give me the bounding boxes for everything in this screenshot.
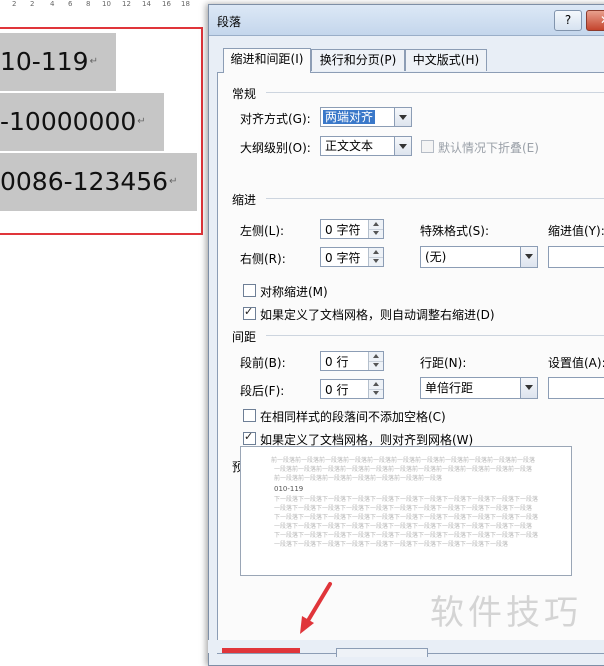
ruler-number: 2 [12, 0, 17, 8]
chevron-down-icon[interactable] [520, 247, 537, 267]
ruler-number: 14 [142, 0, 151, 8]
preview-after-line: 下一段落下一段落下一段落下一段落下一段落下一段落下一段落下一段落下一段落下一段落… [274, 496, 539, 503]
indent-right-value: 0 字符 [325, 251, 361, 265]
section-divider [266, 92, 604, 93]
indent-right-label: 右侧(R): [240, 252, 286, 266]
no-space-same-style-checkbox[interactable] [243, 409, 256, 422]
section-divider [266, 335, 604, 336]
ruler-number: 16 [162, 0, 171, 8]
indent-left-value: 0 字符 [325, 223, 361, 237]
watermark: 软件技巧 [430, 593, 582, 633]
line-spacing-value: 单倍行距 [425, 381, 474, 395]
space-before-label: 段前(B): [240, 356, 286, 370]
ruler-number: 4 [50, 0, 55, 8]
annotation-arrow-icon [300, 582, 332, 634]
indent-left-stepper[interactable]: 0 字符 [320, 219, 384, 239]
paragraph-preview: 前一段落前一段落前一段落前一段落前一段落前一段落前一段落前一段落前一段落前一段落… [240, 446, 572, 576]
close-button[interactable]: ✕ [586, 10, 604, 31]
indent-left-label: 左侧(L): [240, 224, 285, 238]
collapse-by-default-checkbox[interactable] [421, 140, 434, 153]
ruler-number: 10 [102, 0, 111, 8]
spacing-at-label: 设置值(A): [548, 356, 604, 370]
help-button[interactable]: ? [554, 10, 582, 31]
space-after-label: 段后(F): [240, 384, 285, 398]
preview-after-line: 下一段落下一段落下一段落下一段落下一段落下一段落下一段落下一段落下一段落下一段落… [274, 514, 539, 521]
section-general: 常规 [232, 87, 257, 101]
chevron-down-icon[interactable] [520, 378, 537, 398]
spacing-at-stepper[interactable] [548, 377, 604, 399]
preview-sample-text: 010-119 [274, 485, 304, 493]
auto-adjust-right-indent-checkbox[interactable] [243, 305, 256, 320]
ruler-number: 6 [68, 0, 73, 8]
ruler-number: 8 [86, 0, 91, 8]
mirror-indents-checkbox[interactable] [243, 284, 256, 297]
spin-down-icon[interactable] [369, 257, 383, 266]
alignment-select[interactable]: 两端对齐 [320, 107, 412, 127]
spin-down-icon[interactable] [369, 361, 383, 370]
space-before-stepper[interactable]: 0 行 [320, 351, 384, 371]
chevron-down-icon[interactable] [394, 137, 411, 155]
preview-after-line: 一段落下一段落下一段落下一段落下一段落下一段落下一段落下一段落下一段落下一段落下… [274, 523, 533, 530]
chevron-down-icon[interactable] [394, 108, 411, 126]
auto-adjust-right-indent-label: 如果定义了文档网格，则自动调整右缩进(D) [260, 308, 495, 322]
section-indentation: 缩进 [232, 193, 257, 207]
space-after-stepper[interactable]: 0 行 [320, 379, 384, 399]
section-spacing: 间距 [232, 330, 257, 344]
special-indent-value: (无) [425, 250, 447, 264]
dialog-titlebar[interactable]: 段落 ? ✕ [209, 5, 604, 36]
indent-right-stepper[interactable]: 0 字符 [320, 247, 384, 267]
outline-level-label: 大纲级别(O): [240, 141, 311, 155]
special-indent-select[interactable]: (无) [420, 246, 538, 268]
document-page[interactable]: 10-119↵ -10000000↵ 0086-123456↵ [0, 10, 212, 653]
preview-before-line: 前一段落前一段落前一段落前一段落前一段落前一段落前一段落前一段落前一段落前一段落… [271, 457, 536, 464]
tab-asian-typography[interactable]: 中文版式(H) [405, 49, 487, 71]
preview-after-line: 一段落下一段落下一段落下一段落下一段落下一段落下一段落下一段落下一段落下一段落下… [274, 505, 533, 512]
tab-indents-spacing[interactable]: 缩进和间距(I) [223, 48, 311, 73]
collapse-by-default-label: 默认情况下折叠(E) [438, 141, 539, 155]
ruler-number: 18 [181, 0, 190, 8]
dialog-title: 段落 [217, 15, 242, 29]
alignment-label: 对齐方式(G): [240, 112, 311, 126]
preview-before-line: 一段落前一段落前一段落前一段落前一段落前一段落前一段落前一段落前一段落前一段落前… [274, 466, 533, 473]
preview-after-line: 下一段落下一段落下一段落下一段落下一段落下一段落下一段落下一段落下一段落下一段落… [274, 532, 539, 539]
annotation-highlight-box [0, 27, 203, 235]
alignment-value: 两端对齐 [323, 110, 376, 124]
indent-by-stepper[interactable] [548, 246, 604, 268]
line-spacing-select[interactable]: 单倍行距 [420, 377, 538, 399]
space-before-value: 0 行 [325, 355, 349, 369]
mirror-indents-label: 对称缩进(M) [260, 285, 328, 299]
indent-by-label: 缩进值(Y): [548, 224, 604, 238]
ruler-number: 12 [122, 0, 131, 8]
ruler-number: 2 [30, 0, 35, 8]
outline-level-value: 正文文本 [325, 139, 374, 153]
snap-to-grid-checkbox[interactable] [243, 430, 256, 445]
spin-down-icon[interactable] [369, 389, 383, 398]
outline-level-select[interactable]: 正文文本 [320, 136, 412, 156]
spin-down-icon[interactable] [369, 229, 383, 238]
line-spacing-label: 行距(N): [420, 356, 467, 370]
space-after-value: 0 行 [325, 383, 349, 397]
special-indent-label: 特殊格式(S): [420, 224, 490, 238]
no-space-same-style-label: 在相同样式的段落间不添加空格(C) [260, 410, 446, 424]
preview-before-line: 前一段落前一段落前一段落前一段落前一段落前一段落前一段落 [274, 475, 443, 482]
section-divider [266, 198, 604, 199]
tab-line-page-breaks[interactable]: 换行和分页(P) [311, 49, 405, 71]
preview-after-line: 一段落下一段落下一段落下一段落下一段落下一段落下一段落下一段落下一段落下一段落 [274, 541, 509, 548]
annotation-underline [222, 648, 300, 653]
